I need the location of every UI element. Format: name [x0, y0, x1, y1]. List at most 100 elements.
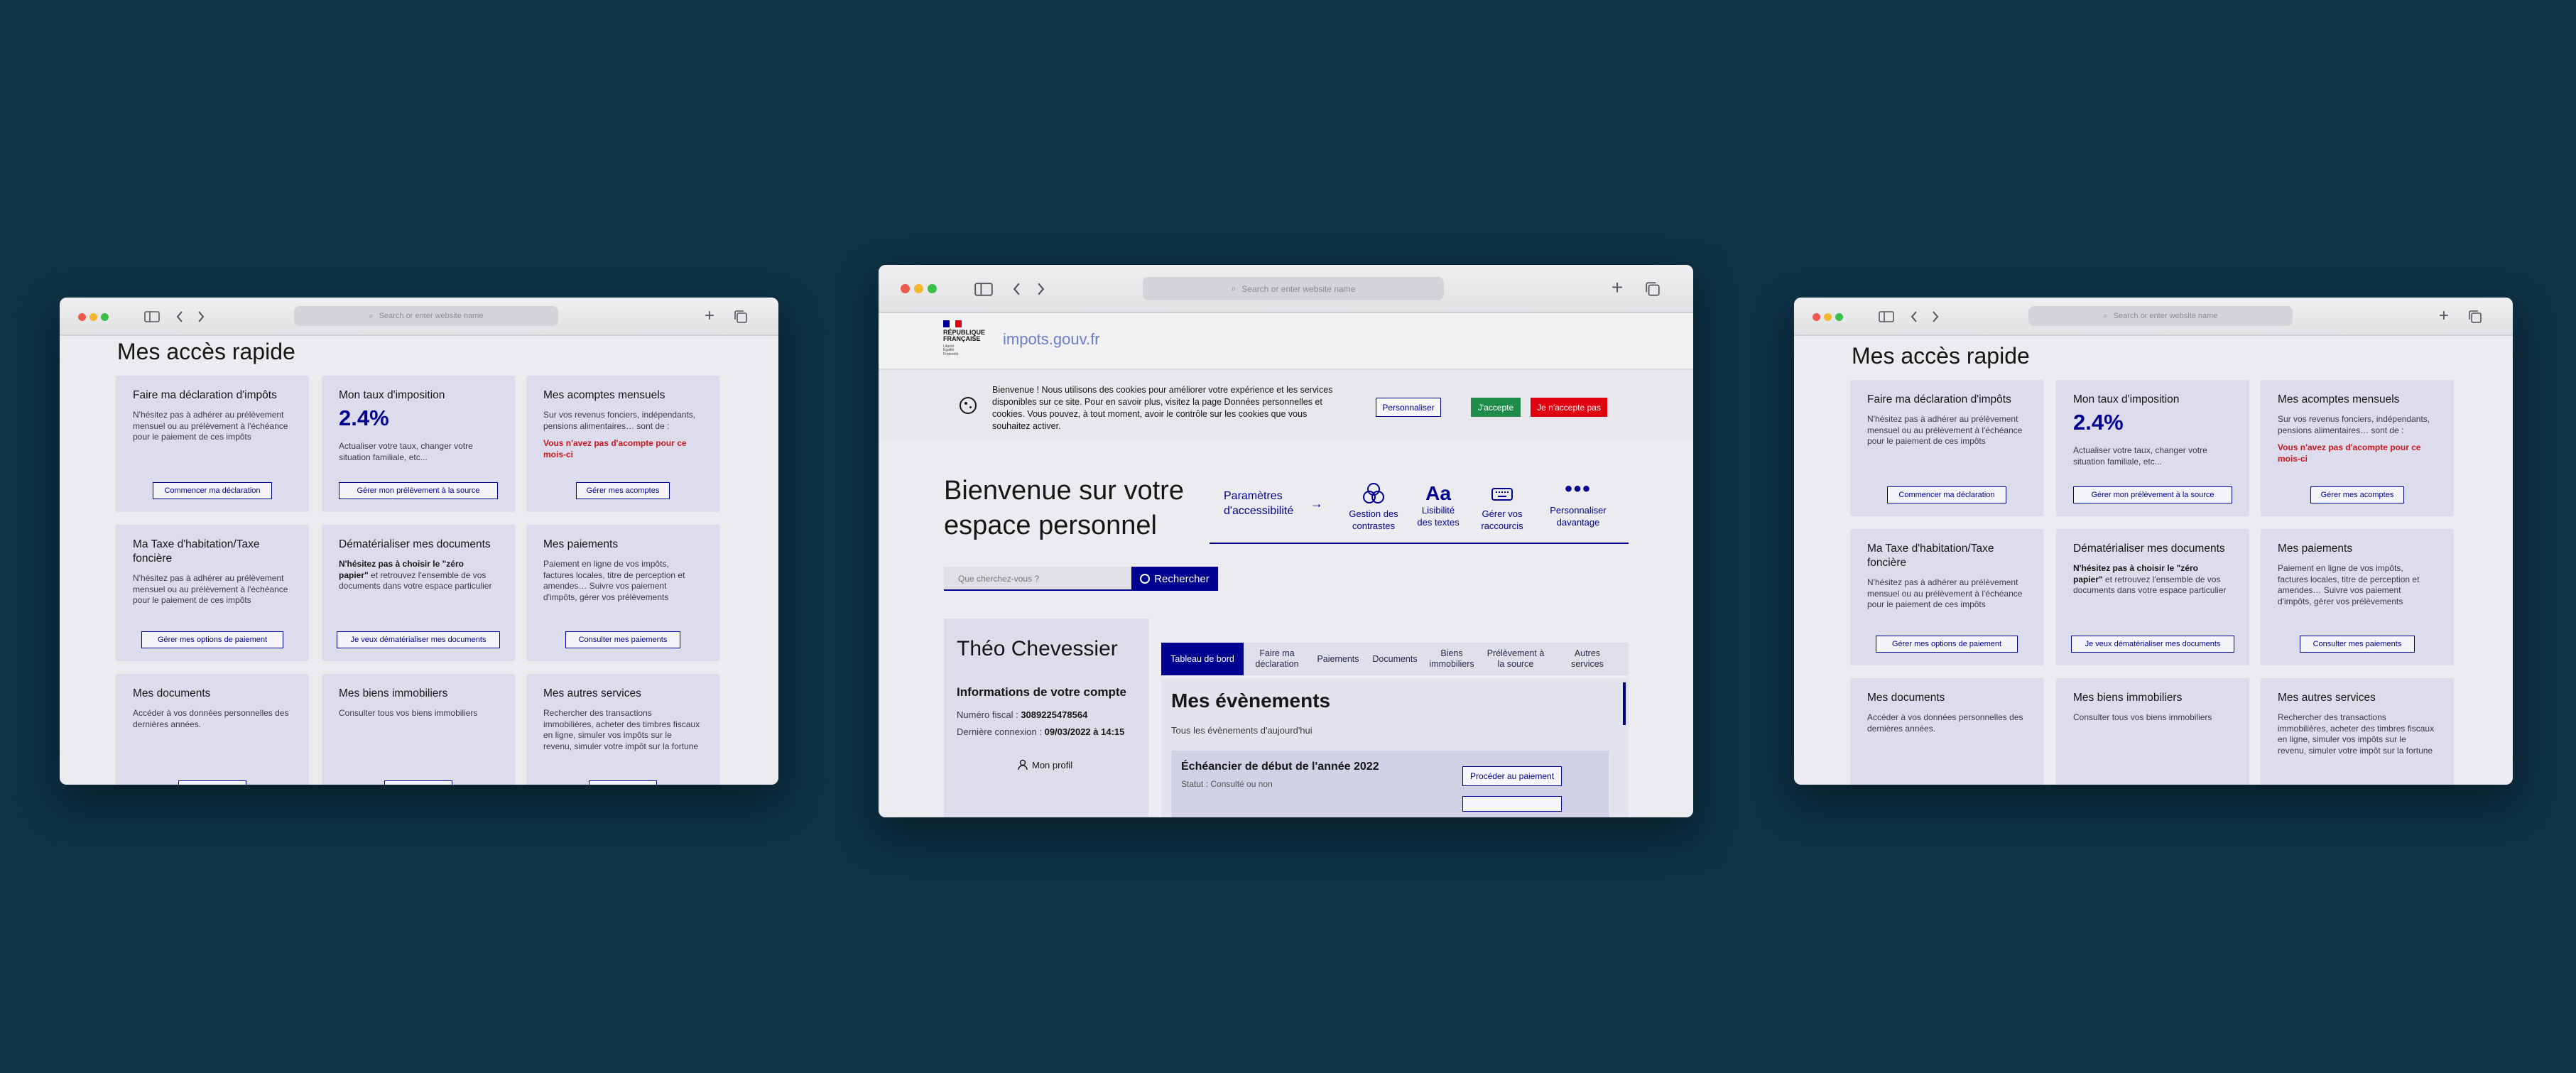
quick-access-card: Ma Taxe d'habitation/Taxe foncière N'hési…	[116, 525, 309, 661]
back-icon[interactable]	[175, 309, 185, 325]
events-title: Mes évènements	[1171, 690, 1331, 712]
secondary-event-button[interactable]	[1462, 796, 1562, 812]
new-tab-icon[interactable]: +	[2436, 306, 2452, 325]
card-button[interactable]: Consulter mes paiements	[565, 631, 681, 648]
scrollbar[interactable]	[1623, 682, 1626, 725]
arrow-right-icon[interactable]: →	[1310, 496, 1323, 511]
tab-5[interactable]: Prélèvement à la source	[1481, 643, 1550, 675]
new-tab-icon[interactable]: +	[1608, 276, 1626, 298]
card-description: N'hésitez pas à choisir le "zéro papier"…	[2073, 563, 2229, 597]
quick-access-card: Mon taux d'imposition 2.4% Actualiser votr…	[322, 376, 515, 512]
card-title: Mes paiements	[2278, 543, 2353, 555]
profile-link-label: Mon profil	[1032, 759, 1073, 770]
accessibility-title[interactable]: Paramètres d'accessibilité	[1224, 489, 1302, 519]
close-window-icon[interactable]	[1813, 313, 1820, 321]
forward-icon[interactable]	[1035, 280, 1046, 298]
tabs-overview-icon[interactable]	[733, 309, 749, 325]
card-button[interactable]: Gérer mes options de paiement	[141, 631, 283, 648]
card-button[interactable]: Gérer mes options de paiement	[1876, 636, 2018, 653]
sidebar-icon[interactable]	[974, 280, 994, 298]
card-description: N'hésitez pas à adhérer au prélèvement m…	[1867, 577, 2023, 610]
card-button[interactable]: Je veux dématérialiser mes documents	[2071, 636, 2234, 653]
tab-4[interactable]: Biens immobiliers	[1424, 643, 1479, 675]
card-description: N'hésitez pas à adhérer au prélèvement m…	[1867, 414, 2023, 447]
page-content: Mes accès rapide Faire ma déclaration d'…	[60, 336, 778, 785]
card-title: Mes biens immobiliers	[339, 687, 448, 699]
minimize-window-icon[interactable]	[914, 284, 923, 293]
card-button[interactable]: Gérer mon prélèvement à la source	[2072, 486, 2233, 503]
card-button[interactable]: Commencer ma déclaration	[152, 482, 273, 499]
card-button[interactable]	[589, 780, 657, 785]
address-placeholder: Search or enter website name	[379, 312, 484, 320]
quick-access-card: Mes paiements Paiement en ligne de vos im…	[2261, 529, 2454, 665]
quick-access-card: Mes paiements Paiement en ligne de vos im…	[526, 525, 719, 661]
tab-6[interactable]: Autres services	[1552, 643, 1623, 675]
profile-card: Théo Chevessier Informations de votre co…	[944, 619, 1148, 817]
card-title: Dématérialiser mes documents	[339, 538, 491, 550]
quick-access-card: Mes biens immobiliers Consulter tous vos …	[322, 674, 515, 785]
card-button[interactable]: Consulter mes paiements	[2299, 636, 2415, 653]
accessibility-item-contrast[interactable]: Gestion des contrastes	[1335, 482, 1413, 533]
card-title: Faire ma déclaration d'impôts	[1867, 393, 2011, 405]
tab-2[interactable]: Paiements	[1310, 643, 1366, 675]
tab-3[interactable]: Documents	[1367, 643, 1423, 675]
card-button[interactable]	[178, 780, 246, 785]
card-description: Accéder à vos données personnelles des d…	[1867, 712, 2023, 734]
maximize-window-icon[interactable]	[1835, 313, 1843, 321]
card-button[interactable]: Gérer mon prélèvement à la source	[338, 482, 499, 499]
connexion-value: 09/03/2022 à 14:15	[1044, 726, 1125, 737]
card-button[interactable]	[384, 780, 452, 785]
card-button[interactable]: Commencer ma déclaration	[1886, 486, 2007, 503]
profile-link[interactable]: Mon profil	[1018, 759, 1072, 770]
sidebar-icon[interactable]	[1878, 309, 1895, 325]
page-content: RÉPUBLIQUE FRANÇAISE Liberté Égalité Fra…	[879, 313, 1693, 817]
tab-1[interactable]: Faire ma déclaration	[1245, 643, 1309, 675]
flag-icon	[943, 320, 962, 327]
close-window-icon[interactable]	[901, 284, 910, 293]
close-window-icon[interactable]	[78, 313, 86, 321]
quick-access-card: Faire ma déclaration d'impôts N'hésitez p…	[1850, 380, 2043, 516]
accessibility-item-shortcuts[interactable]: Gérer vos raccourcis	[1467, 482, 1538, 533]
card-title: Mes acomptes mensuels	[543, 389, 665, 401]
cookie-banner: Bienvenue ! Nous utilisons des cookies p…	[879, 370, 1693, 441]
new-tab-icon[interactable]: +	[702, 306, 717, 325]
card-button[interactable]: Gérer mes acomptes	[2310, 486, 2404, 503]
address-bar[interactable]: ⌕ Search or enter website name	[2028, 306, 2293, 326]
marianne-logo[interactable]: RÉPUBLIQUE FRANÇAISE Liberté Égalité Fra…	[943, 320, 993, 363]
minimize-window-icon[interactable]	[89, 313, 97, 321]
section-title: Mes accès rapide	[117, 339, 295, 364]
forward-icon[interactable]	[196, 309, 206, 325]
accessibility-item-text[interactable]: Aa Lisibilité des textes	[1410, 482, 1467, 529]
account-info-title: Informations de votre compte	[957, 685, 1126, 699]
card-title: Mon taux d'imposition	[339, 389, 445, 401]
keyboard-icon	[1491, 488, 1513, 501]
address-bar[interactable]: ⌕ Search or enter website name	[294, 306, 558, 326]
accept-cookies-button[interactable]: J'accepte	[1471, 398, 1521, 417]
tabs-overview-icon[interactable]	[2467, 309, 2483, 325]
address-bar[interactable]: ⌕ Search or enter website name	[1143, 277, 1444, 300]
more-icon: •••	[1565, 477, 1592, 501]
page-content: Mes accès rapide Faire ma déclaration d'…	[1794, 336, 2513, 785]
tab-bar: Tableau de bord Faire ma déclaration Paiem…	[1161, 643, 1629, 675]
maximize-window-icon[interactable]	[928, 284, 937, 293]
back-icon[interactable]	[1909, 309, 1919, 325]
tabs-overview-icon[interactable]	[1643, 280, 1662, 298]
personnaliser-button[interactable]: Personnaliser	[1376, 398, 1441, 417]
proceed-payment-button[interactable]: Procéder au paiement	[1462, 766, 1562, 786]
refuse-cookies-button[interactable]: Je n'accepte pas	[1531, 398, 1607, 417]
minimize-window-icon[interactable]	[1824, 313, 1832, 321]
address-placeholder: Search or enter website name	[2113, 312, 2218, 320]
search-input[interactable]: Que cherchez-vous ?	[944, 567, 1134, 591]
card-button[interactable]: Je veux dématérialiser mes documents	[337, 631, 500, 648]
card-title: Mes autres services	[2278, 692, 2376, 704]
back-icon[interactable]	[1011, 280, 1022, 298]
maximize-window-icon[interactable]	[101, 313, 109, 321]
forward-icon[interactable]	[1930, 309, 1940, 325]
card-button[interactable]: Gérer mes acomptes	[576, 482, 670, 499]
sidebar-icon[interactable]	[143, 309, 161, 325]
accessibility-item-more[interactable]: ••• Personnaliser davantage	[1539, 477, 1617, 529]
search-button[interactable]: Rechercher	[1131, 567, 1218, 591]
tab-0[interactable]: Tableau de bord	[1161, 643, 1244, 675]
card-description: Consulter tous vos biens immobiliers	[2073, 712, 2212, 722]
site-name[interactable]: impots.gouv.fr	[1003, 330, 1100, 349]
